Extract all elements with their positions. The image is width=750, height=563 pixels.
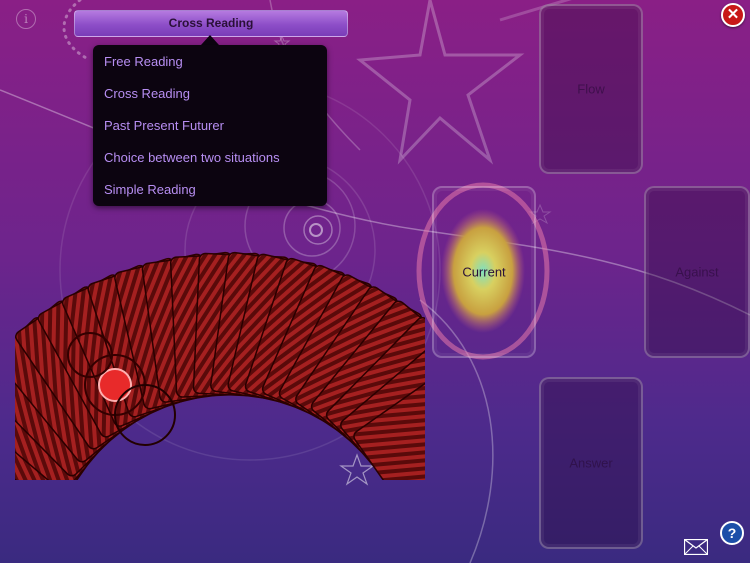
spread-selector-button[interactable]: Cross Reading — [74, 10, 348, 37]
slot-answer[interactable]: Answer — [539, 377, 643, 549]
card-deck[interactable] — [15, 245, 425, 480]
dropdown-pointer — [201, 35, 219, 45]
menu-item-free-reading[interactable]: Free Reading — [104, 47, 183, 77]
menu-item-choice-two-situations[interactable]: Choice between two situations — [104, 143, 280, 173]
slot-current-label: Current — [462, 264, 506, 280]
slot-flow-label: Flow — [577, 81, 605, 97]
menu-item-cross-reading[interactable]: Cross Reading — [104, 79, 190, 109]
slot-answer-label: Answer — [569, 455, 613, 471]
slot-against[interactable]: Against — [644, 186, 750, 358]
slot-current[interactable]: Current — [432, 186, 536, 358]
spread-dropdown-menu: Free Reading Cross Reading Past Present … — [93, 45, 327, 206]
info-icon[interactable]: i — [16, 9, 36, 29]
menu-item-past-present-future[interactable]: Past Present Futurer — [104, 111, 224, 141]
menu-item-simple-reading[interactable]: Simple Reading — [104, 175, 196, 205]
slot-flow[interactable]: Flow — [539, 4, 643, 174]
help-icon[interactable]: ? — [720, 521, 744, 545]
mail-icon[interactable] — [684, 539, 708, 555]
close-icon[interactable]: ✕ — [721, 3, 745, 27]
slot-against-label: Against — [675, 264, 719, 280]
